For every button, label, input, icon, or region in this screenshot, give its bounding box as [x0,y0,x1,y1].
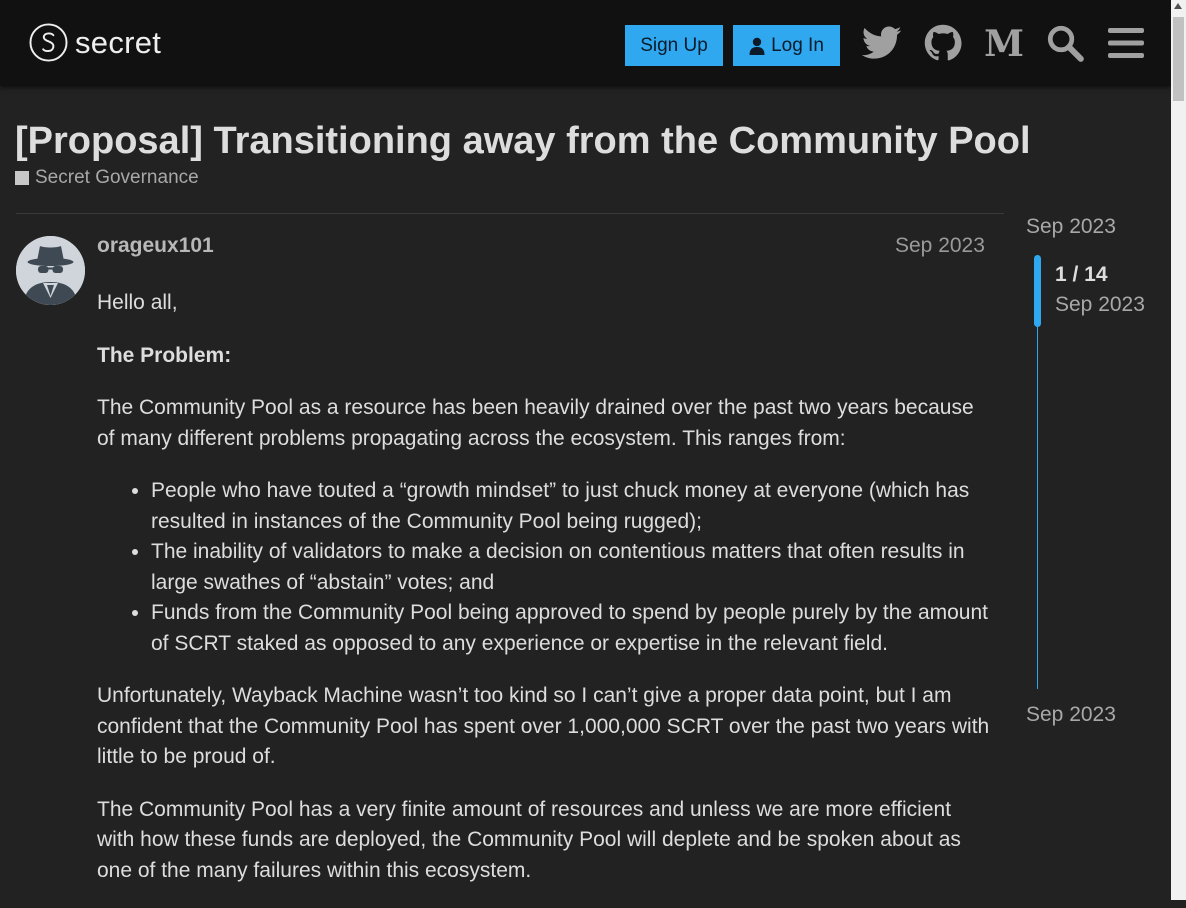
timeline-start-date[interactable]: Sep 2023 [1026,215,1116,239]
anonymous-user-icon [16,236,85,305]
secret-logo-icon [29,23,68,62]
site-header: secret Sign Up Log In M [0,0,1171,86]
problem-heading: The Problem: [97,343,232,367]
problem-list: People who have touted a “growth mindset… [97,476,992,659]
logo-text: secret [75,25,162,60]
post-body: Hello all, The Problem: The Community Po… [97,288,992,908]
user-icon [749,37,765,55]
list-item: People who have touted a “growth mindset… [151,476,992,537]
avatar[interactable] [16,236,85,305]
scrollbar-thumb[interactable] [1173,17,1184,101]
search-icon[interactable] [1045,22,1085,64]
hamburger-menu-icon[interactable] [1106,22,1146,64]
scroll-up-arrow-icon[interactable] [1174,3,1182,9]
github-icon[interactable] [923,22,963,64]
post-username[interactable]: orageux101 [97,234,214,258]
svg-text:M: M [984,26,1024,60]
category-name: Secret Governance [35,167,199,188]
topic-title[interactable]: [Proposal] Transitioning away from the C… [15,119,1031,163]
twitter-icon[interactable] [862,22,902,64]
log-in-label: Log In [771,34,824,56]
timeline-scroll-handle[interactable] [1034,255,1041,327]
title-divider [16,213,1004,214]
post-greeting: Hello all, [97,291,178,314]
post-paragraph: Unfortunately, Wayback Machine wasn’t to… [97,684,990,768]
category-badge[interactable]: Secret Governance [15,167,199,189]
medium-icon[interactable]: M [984,22,1024,64]
category-color-swatch [15,171,29,185]
post-date[interactable]: Sep 2023 [895,234,985,258]
page-scrollbar[interactable] [1171,0,1186,900]
list-item: The inability of validators to make a de… [151,537,992,598]
log-in-button[interactable]: Log In [733,25,840,66]
timeline-end-date[interactable]: Sep 2023 [1026,703,1116,727]
timeline-position-date: Sep 2023 [1055,293,1145,316]
list-item: Funds from the Community Pool being appr… [151,598,992,659]
site-logo[interactable]: secret [29,23,161,62]
sign-up-button[interactable]: Sign Up [625,25,723,66]
post-paragraph: The Community Pool has a very finite amo… [97,797,961,882]
timeline-post-position: 1 / 14 [1055,263,1108,286]
post-paragraph: The Community Pool as a resource has bee… [97,396,974,450]
